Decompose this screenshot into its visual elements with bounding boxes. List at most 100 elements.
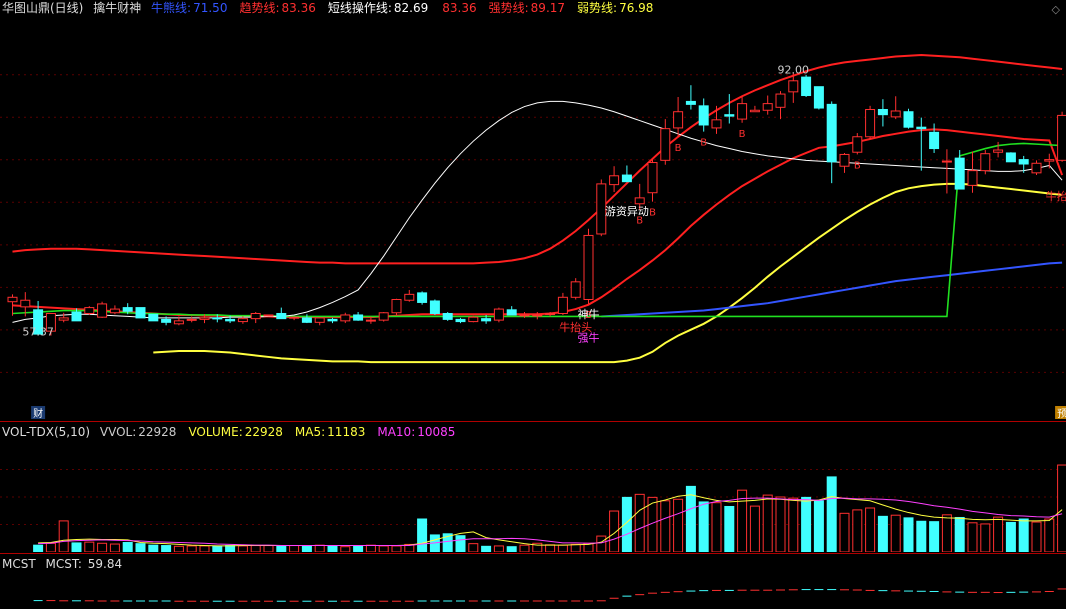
candle <box>148 313 159 322</box>
volume-bar <box>212 545 223 552</box>
volume-bar <box>634 493 645 552</box>
header-value: 71.50 <box>193 1 228 15</box>
volume-bar <box>199 545 210 552</box>
candle <box>71 311 82 322</box>
candle <box>493 308 504 321</box>
volume-bar <box>1044 518 1055 552</box>
volume-bar <box>865 507 876 552</box>
volume-bar <box>890 514 901 552</box>
candle <box>519 314 530 317</box>
volume-bar <box>58 520 69 552</box>
volume-bar <box>327 545 338 552</box>
candle <box>391 299 402 314</box>
indicator-name[interactable]: 擒牛财神 <box>93 1 141 15</box>
candle <box>916 126 927 130</box>
vol_header-label: MA10: <box>377 425 416 439</box>
header-item-2: 短线操作线: 82.69 <box>328 1 434 15</box>
volume-bar <box>417 518 428 552</box>
security-name[interactable]: 华图山鼎(日线) <box>2 1 83 15</box>
volume-bar <box>506 546 517 552</box>
candle <box>532 314 543 317</box>
candle <box>442 312 453 320</box>
volume-bar <box>711 502 722 552</box>
candle <box>788 80 799 93</box>
pane-divider <box>0 421 1066 422</box>
candle <box>314 317 325 323</box>
header-value: 83.36 <box>281 1 316 15</box>
chart-annotation: 游资异动 <box>605 205 649 218</box>
vol_header-label: VVOL: <box>99 425 137 439</box>
header-value: 83.36 <box>442 1 477 15</box>
vol_header-item-2: MA5: 11183 <box>295 425 371 439</box>
volume-bar <box>788 497 799 552</box>
mcst-chart[interactable] <box>0 572 1066 608</box>
volume-bar <box>391 545 402 552</box>
vol_header-value: 11183 <box>327 425 366 439</box>
volume-chart[interactable] <box>0 442 1066 552</box>
candle <box>724 114 735 117</box>
vol_header-item-0: VVOL: 22928 <box>100 425 183 439</box>
header-value: 76.98 <box>619 1 654 15</box>
volume-bar <box>1005 521 1016 552</box>
trend-line <box>12 128 1064 319</box>
volume-bar <box>813 500 824 552</box>
volume-bar <box>122 542 133 552</box>
volume-bar <box>289 545 300 552</box>
candle <box>570 281 581 298</box>
pane-divider-2 <box>0 553 1066 554</box>
volume-bar <box>378 545 389 552</box>
volume-bar <box>545 544 556 552</box>
volume-indicator-name[interactable]: VOL-TDX(5,10) <box>2 425 90 439</box>
candle <box>647 162 658 194</box>
candle <box>660 128 671 161</box>
candle <box>289 316 300 319</box>
volume-bar <box>481 545 492 552</box>
vol_header-value: 10085 <box>417 425 456 439</box>
price-chart[interactable]: BBBBBBB57.3792.00游资异动神牛牛抬头强牛牛抬头财预 <box>0 16 1066 421</box>
volume-bar <box>84 541 95 552</box>
candle <box>353 314 364 321</box>
bull-bear-line <box>601 261 1063 318</box>
volume-bar <box>161 545 172 552</box>
candle <box>122 307 133 312</box>
volume-bar <box>839 512 850 552</box>
candle <box>468 316 479 323</box>
mcst-indicator-name[interactable]: MCST <box>2 557 36 571</box>
short-line <box>12 100 1063 323</box>
candle <box>429 300 440 314</box>
candle <box>506 309 517 316</box>
candle <box>685 100 696 105</box>
chart-annotation: 92.00 <box>778 63 810 76</box>
volume-bar <box>941 514 952 552</box>
volume-bar <box>1031 521 1042 552</box>
volume-bar <box>45 542 56 552</box>
collapse-icon[interactable]: ◇ <box>1052 3 1060 16</box>
candle <box>929 131 940 150</box>
volume-bar <box>980 523 991 552</box>
volume-bar <box>685 485 696 552</box>
volume-bar <box>775 496 786 552</box>
volume-bar <box>314 544 325 552</box>
volume-bar <box>365 544 376 552</box>
candle <box>97 303 108 318</box>
candle <box>941 160 952 163</box>
volume-bar <box>340 546 351 552</box>
candle <box>890 110 901 118</box>
header-label: 趋势线: <box>239 1 280 15</box>
volume-bar <box>97 542 108 552</box>
candle <box>7 296 18 303</box>
volume-bar <box>673 498 684 552</box>
mcst-label: MCST: <box>45 557 82 571</box>
buy-mark: B <box>649 208 656 219</box>
header-value: 82.69 <box>393 1 429 15</box>
candle <box>301 317 312 323</box>
candle <box>186 318 197 321</box>
volume-bar <box>135 543 146 552</box>
bottom-tag: 财 <box>33 407 43 420</box>
volume-values: VVOL: 22928 VOLUME: 22928 MA5: 11183 MA10: 1008… <box>100 425 468 439</box>
volume-bar <box>570 543 581 552</box>
candle <box>417 292 428 303</box>
candle <box>813 86 824 109</box>
volume-bar <box>877 515 888 552</box>
candle <box>634 197 645 205</box>
